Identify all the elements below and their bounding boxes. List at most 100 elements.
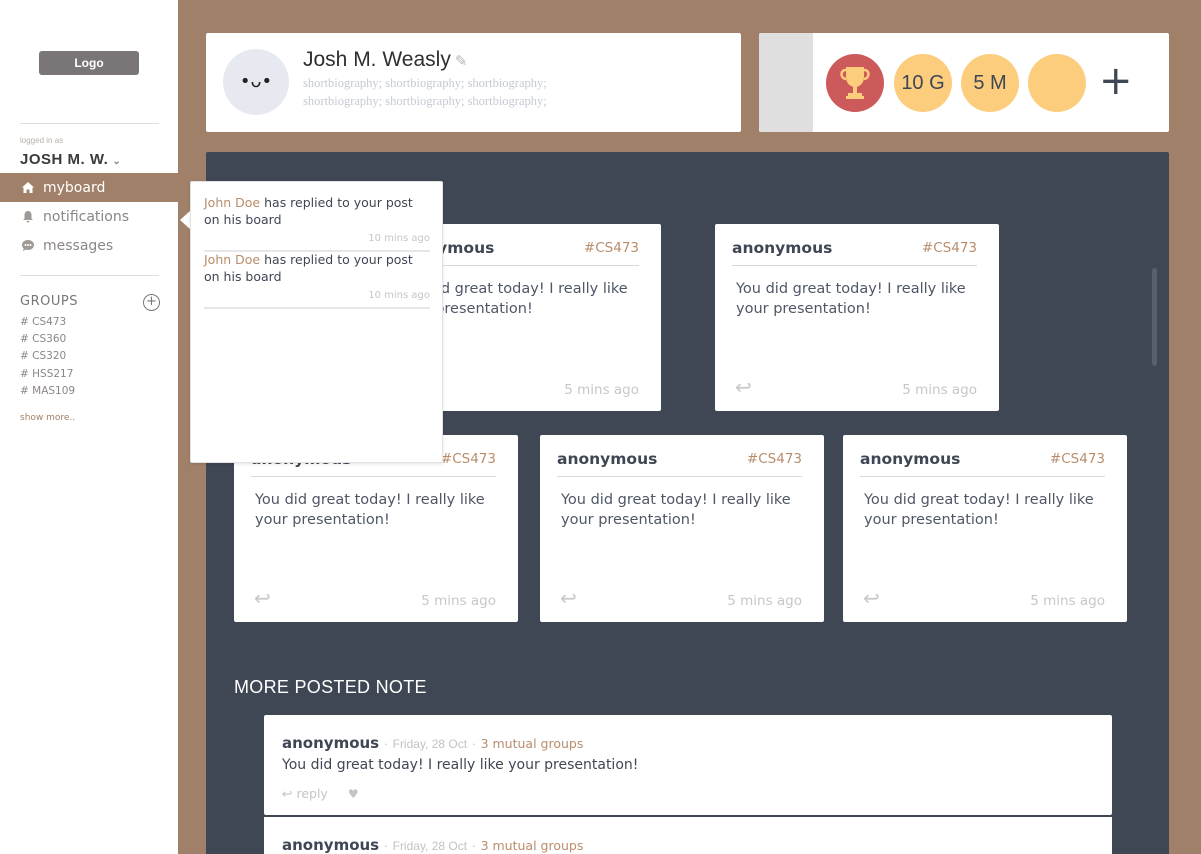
note-card[interactable]: anonymous #CS473 You did great today! I …	[540, 435, 824, 622]
home-icon	[20, 181, 36, 194]
sidebar: Logo logged in as JOSH M. W. ⌄ myboard no…	[0, 0, 178, 854]
profile-name-row: Josh M. Weasly ✎	[303, 48, 467, 72]
note-text: You did great today! I really like your …	[255, 492, 485, 528]
note-tag[interactable]: #CS473	[922, 240, 977, 256]
sidebar-item-label: messages	[43, 237, 114, 254]
note-author: anonymous	[557, 450, 658, 468]
logo-button[interactable]: Logo	[39, 51, 139, 75]
note-tag[interactable]: #CS473	[584, 240, 639, 256]
note-tag[interactable]: #CS473	[747, 451, 802, 467]
show-more-link[interactable]: show more..	[20, 413, 75, 423]
note-text: You did great today! I really like your …	[864, 492, 1094, 528]
post-header: anonymous · Friday, 28 Oct · 3 mutual groups	[282, 734, 583, 752]
avatar[interactable]: •ᴗ•	[223, 49, 289, 115]
trophy-icon	[836, 67, 874, 108]
section-title: MORE POSTED NOTE	[234, 677, 427, 697]
reply-button[interactable]: ↩ reply	[282, 786, 328, 801]
note-time: 5 mins ago	[1030, 593, 1105, 609]
notification-item[interactable]: John Doe has replied to your post on his…	[204, 194, 430, 252]
group-label: HSS217	[32, 368, 74, 380]
empty-badge[interactable]	[1028, 54, 1086, 112]
sidebar-group-item[interactable]: # MAS109	[20, 385, 75, 397]
heart-icon[interactable]: ♥	[348, 787, 359, 801]
note-text: You did great today! I really like your …	[561, 492, 791, 528]
notifications-popup: John Doe has replied to your post on his…	[190, 181, 443, 463]
groups-title: GROUPS	[20, 294, 78, 309]
profile-bio: shortbiography; shortbiography; shortbio…	[303, 76, 547, 108]
scrollbar[interactable]	[1152, 268, 1157, 366]
note-tag[interactable]: #CS473	[1050, 451, 1105, 467]
mutual-groups-link[interactable]: 3 mutual groups	[481, 838, 584, 853]
divider	[20, 123, 159, 124]
sidebar-group-item[interactable]: # CS473	[20, 316, 66, 328]
badges-card: 10 G 5 M +	[759, 33, 1169, 132]
separator: ·	[472, 738, 476, 751]
reply-icon[interactable]: ↩	[735, 377, 752, 397]
notification-time: 10 mins ago	[368, 290, 430, 301]
note-time: 5 mins ago	[564, 382, 639, 398]
medal-badge[interactable]: 5 M	[961, 54, 1019, 112]
add-badge-button[interactable]: +	[1099, 61, 1133, 101]
post-author: anonymous	[282, 734, 380, 752]
post-text: You did great today! I really like your …	[282, 757, 639, 773]
note-time: 5 mins ago	[902, 382, 977, 398]
reply-icon: ↩	[282, 786, 293, 801]
sidebar-item-label: notifications	[43, 208, 130, 225]
note-author: anonymous	[860, 450, 961, 468]
divider	[251, 476, 496, 477]
trophy-badge[interactable]	[826, 54, 884, 112]
sidebar-group-item[interactable]: # HSS217	[20, 368, 73, 380]
reply-icon[interactable]: ↩	[560, 588, 577, 608]
pencil-icon[interactable]: ✎	[455, 53, 468, 70]
separator: ·	[384, 840, 388, 853]
sidebar-item-myboard[interactable]: myboard	[0, 173, 178, 202]
post-header: anonymous · Friday, 28 Oct · 3 mutual groups	[282, 836, 583, 854]
note-card[interactable]: anonymous #CS473 You did great today! I …	[234, 435, 518, 622]
reply-icon[interactable]: ↩	[254, 588, 271, 608]
gold-badge[interactable]: 10 G	[894, 54, 952, 112]
notification-time: 10 mins ago	[368, 233, 430, 244]
notification-item[interactable]: John Doe has replied to your post on his…	[204, 251, 430, 309]
note-card[interactable]: anonymous #CS473 You did great today! I …	[715, 224, 999, 411]
group-label: CS473	[32, 316, 67, 328]
bell-icon	[20, 210, 36, 223]
user-menu[interactable]: JOSH M. W. ⌄	[20, 151, 121, 168]
divider	[557, 476, 802, 477]
note-author: anonymous	[732, 239, 833, 257]
group-label: MAS109	[32, 385, 76, 397]
profile-name: Josh M. Weasly	[303, 48, 451, 71]
logged-in-label: logged in as	[20, 136, 64, 145]
sidebar-item-messages[interactable]: messages	[0, 231, 178, 260]
profile-card: •ᴗ• Josh M. Weasly ✎ shortbiography; shor…	[206, 33, 741, 132]
post-actions: ↩ reply ♥	[282, 786, 359, 801]
badges-tab[interactable]	[759, 33, 813, 132]
divider	[732, 265, 977, 266]
mutual-groups-link[interactable]: 3 mutual groups	[481, 736, 584, 751]
post-item: anonymous · Friday, 28 Oct · 3 mutual groups	[264, 817, 1112, 854]
add-group-button[interactable]: +	[143, 294, 160, 311]
post-author: anonymous	[282, 836, 380, 854]
sidebar-group-item[interactable]: # CS360	[20, 333, 66, 345]
divider	[20, 275, 159, 276]
user-name: JOSH M. W.	[20, 151, 109, 168]
separator: ·	[472, 840, 476, 853]
post-item: anonymous · Friday, 28 Oct · 3 mutual groups…	[264, 715, 1112, 815]
group-label: CS320	[32, 350, 67, 362]
notification-user[interactable]: John Doe	[204, 195, 260, 210]
post-date: Friday, 28 Oct	[392, 737, 468, 751]
notification-user[interactable]: John Doe	[204, 252, 260, 267]
sidebar-item-label: myboard	[43, 179, 106, 196]
sidebar-item-notifications[interactable]: notifications	[0, 202, 178, 231]
note-time: 5 mins ago	[421, 593, 496, 609]
note-text: You did great today! I really like your …	[736, 281, 966, 317]
note-tag[interactable]: #CS473	[441, 451, 496, 467]
reply-label: reply	[296, 786, 328, 801]
note-time: 5 mins ago	[727, 593, 802, 609]
post-date: Friday, 28 Oct	[392, 839, 468, 853]
group-label: CS360	[32, 333, 67, 345]
chat-icon	[20, 239, 36, 252]
reply-icon[interactable]: ↩	[863, 588, 880, 608]
note-card[interactable]: anonymous #CS473 You did great today! I …	[843, 435, 1127, 622]
sidebar-group-item[interactable]: # CS320	[20, 350, 66, 362]
separator: ·	[384, 738, 388, 751]
